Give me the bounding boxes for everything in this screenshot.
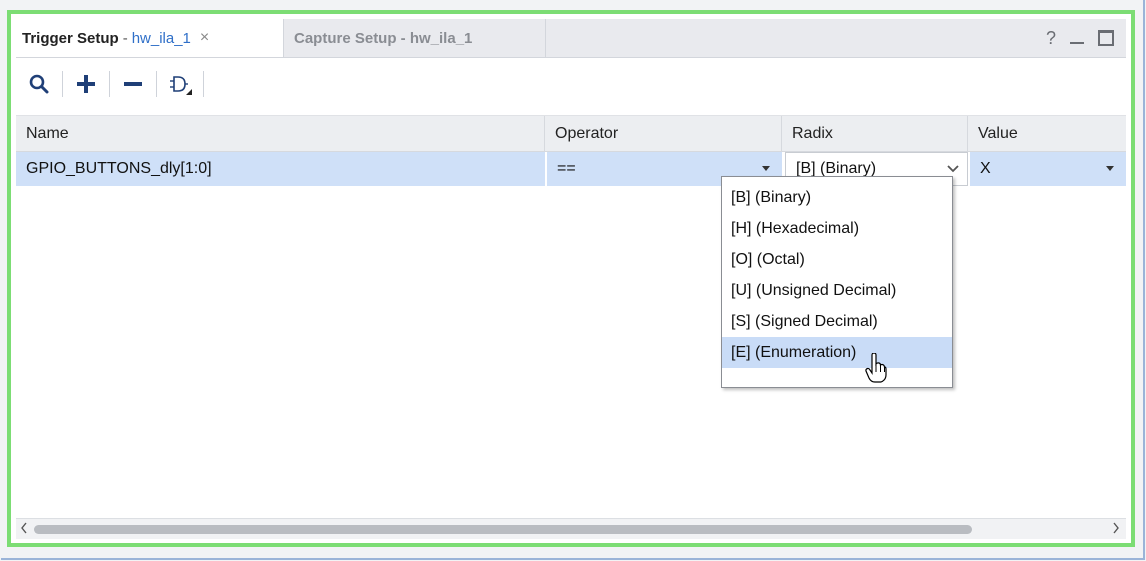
radix-dropdown-list: [B] (Binary) [H] (Hexadecimal) [O] (Octa…	[721, 176, 953, 388]
caret-down-icon[interactable]	[762, 166, 770, 171]
trigger-setup-panel: Trigger Setup - hw_ila_1 × Capture Setup…	[7, 10, 1135, 547]
scrollbar-thumb[interactable]	[34, 525, 972, 534]
tab-separator: -	[122, 29, 128, 47]
column-header-operator[interactable]: Operator	[545, 116, 782, 151]
radix-option-hexadecimal[interactable]: [H] (Hexadecimal)	[722, 213, 952, 244]
trigger-table: Name Operator Radix Value GPIO_BUTTONS_d…	[16, 115, 1126, 519]
toolbar-separator	[156, 71, 157, 97]
scroll-right-icon[interactable]	[1112, 521, 1120, 537]
tab-capture-setup[interactable]: Capture Setup - hw_ila_1	[284, 19, 546, 57]
tab-trigger-setup[interactable]: Trigger Setup - hw_ila_1 ×	[16, 19, 284, 57]
value-select[interactable]: X	[968, 152, 1126, 186]
add-icon[interactable]	[71, 69, 101, 99]
scroll-left-icon[interactable]	[20, 521, 28, 537]
chevron-down-icon[interactable]	[947, 161, 959, 177]
help-icon[interactable]: ?	[1046, 28, 1056, 49]
radix-option-enumeration[interactable]: [E] (Enumeration)	[722, 337, 952, 368]
search-icon[interactable]	[24, 69, 54, 99]
maximize-icon[interactable]	[1098, 30, 1114, 46]
caret-down-icon[interactable]	[1106, 166, 1114, 171]
probe-name: GPIO_BUTTONS_dly[1:0]	[26, 160, 212, 177]
toolbar-separator	[109, 71, 110, 97]
close-icon[interactable]: ×	[200, 29, 209, 47]
probe-name-cell[interactable]: GPIO_BUTTONS_dly[1:0]	[16, 152, 545, 186]
value-text: X	[980, 160, 991, 177]
tab-probe-name: hw_ila_1	[131, 29, 191, 47]
toolbar-separator	[203, 71, 204, 97]
toolbar-separator	[62, 71, 63, 97]
radix-option-unsigned-decimal[interactable]: [U] (Unsigned Decimal)	[722, 275, 952, 306]
radix-option-binary[interactable]: [B] (Binary)	[722, 182, 952, 213]
tab-bar: Trigger Setup - hw_ila_1 × Capture Setup…	[16, 19, 1126, 58]
minimize-icon[interactable]	[1070, 42, 1084, 44]
remove-icon[interactable]	[118, 69, 148, 99]
radix-option-signed-decimal[interactable]: [S] (Signed Decimal)	[722, 306, 952, 337]
column-header-name[interactable]: Name	[16, 116, 545, 151]
operator-value: ==	[557, 160, 576, 177]
tab-title: Trigger Setup	[22, 29, 119, 47]
horizontal-scrollbar[interactable]	[16, 518, 1126, 539]
tab-capture-label: Capture Setup - hw_ila_1	[294, 29, 473, 47]
column-header-radix[interactable]: Radix	[782, 116, 968, 151]
table-header: Name Operator Radix Value	[16, 116, 1126, 152]
toolbar	[16, 59, 1126, 109]
column-header-value[interactable]: Value	[968, 116, 1126, 151]
gate-icon[interactable]	[165, 69, 195, 99]
table-row[interactable]: GPIO_BUTTONS_dly[1:0] == [B] (Binary) X	[16, 152, 1126, 186]
hand-cursor-icon	[865, 352, 887, 383]
window-controls: ?	[1046, 19, 1114, 57]
radix-option-octal[interactable]: [O] (Octal)	[722, 244, 952, 275]
